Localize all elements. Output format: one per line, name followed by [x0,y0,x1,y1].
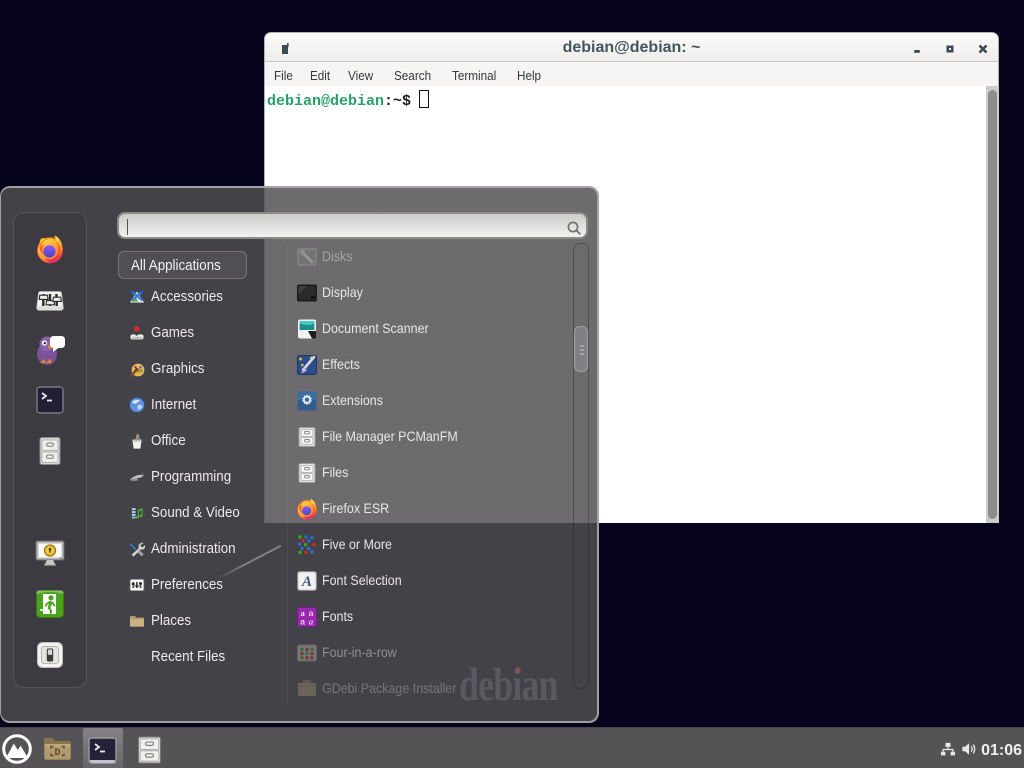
svg-text:a: a [309,617,313,627]
svg-text:A: A [301,574,312,590]
svg-text:a: a [300,617,305,627]
svg-text:D: D [54,748,60,759]
